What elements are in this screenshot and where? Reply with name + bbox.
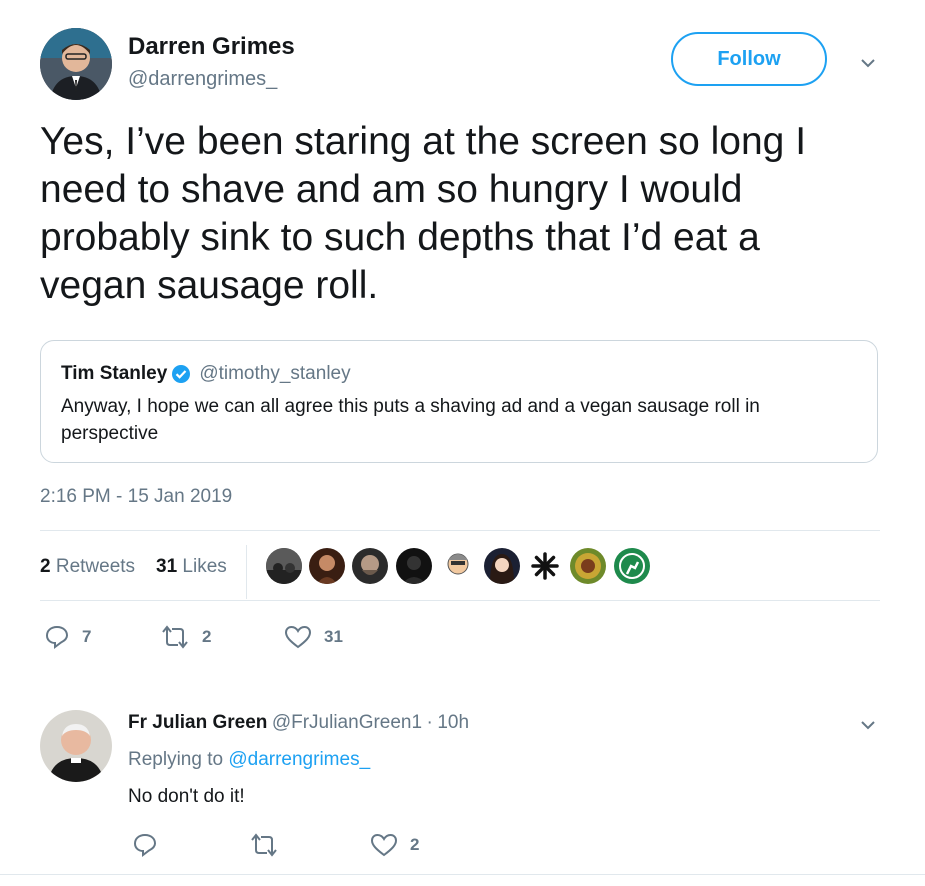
chevron-down-icon[interactable] [861, 56, 875, 70]
like-count: 31 [324, 627, 343, 646]
liker-avatar[interactable] [352, 548, 388, 584]
author-avatar-image [40, 28, 112, 100]
liker-avatar[interactable] [614, 548, 650, 584]
reply-separator: · [426, 712, 433, 733]
heart-icon [284, 625, 312, 649]
liker-avatar[interactable] [266, 548, 302, 584]
retweets-stat[interactable]: 2 Retweets [40, 556, 135, 578]
quoted-author-name: Tim Stanley [61, 363, 168, 384]
reply-like-button[interactable]: 2 [370, 832, 419, 858]
author-name[interactable]: Darren Grimes [128, 33, 295, 61]
stats-vertical-divider [246, 545, 247, 599]
reply-icon [133, 833, 157, 857]
liker-avatar[interactable] [570, 548, 606, 584]
reply-text: No don't do it! [128, 786, 245, 807]
reply-author-handle[interactable]: @FrJulianGreen1 [272, 712, 422, 733]
reply-icon [45, 625, 69, 649]
likes-count: 31 [156, 556, 178, 577]
quoted-text: Anyway, I hope we can all agree this put… [61, 396, 760, 444]
divider-top [40, 530, 880, 531]
reply-button[interactable]: 7 [44, 624, 91, 650]
liker-avatar[interactable] [440, 548, 476, 584]
replying-to-link[interactable]: @darrengrimes_ [228, 749, 370, 770]
liker-avatar[interactable] [396, 548, 432, 584]
divider-bottom [40, 600, 880, 601]
liker-avatar[interactable] [484, 548, 520, 584]
tweet-text: Yes, I’ve been staring at the screen so … [40, 120, 807, 307]
retweet-icon [162, 625, 188, 649]
likes-stat[interactable]: 31 Likes [156, 556, 227, 578]
retweets-count: 2 [40, 556, 51, 577]
quoted-author-handle: @timothy_stanley [199, 363, 351, 384]
author-avatar[interactable] [40, 28, 112, 100]
retweets-label: Retweets [55, 556, 136, 577]
reply-count: 7 [82, 627, 92, 646]
verified-badge-icon [172, 365, 191, 383]
liker-avatar[interactable] [527, 548, 563, 584]
reply-retweet-button[interactable] [249, 832, 279, 858]
follow-button[interactable]: Follow [671, 32, 827, 86]
tweet-timestamp[interactable]: 2:16 PM - 15 Jan 2019 [40, 486, 232, 508]
reply-reply-button[interactable] [132, 832, 158, 858]
chevron-down-icon[interactable] [861, 718, 875, 732]
reply-like-count: 2 [410, 835, 420, 854]
like-button[interactable]: 31 [284, 624, 343, 650]
retweet-icon [251, 833, 277, 857]
heart-icon [370, 833, 398, 857]
replying-to-line: Replying to @darrengrimes_ [128, 749, 370, 771]
quoted-tweet[interactable]: Tim Stanley @timothy_stanley Anyway, I h… [40, 340, 878, 463]
reply-author-name[interactable]: Fr Julian Green [128, 712, 267, 733]
reply-author-avatar-image [40, 710, 112, 782]
divider-footer [0, 874, 925, 875]
likes-label: Likes [182, 556, 227, 577]
replying-to-prefix: Replying to [128, 749, 224, 770]
reply-author-avatar[interactable] [40, 710, 112, 782]
retweet-button[interactable]: 2 [160, 624, 211, 650]
author-handle[interactable]: @darrengrimes_ [128, 68, 277, 91]
retweet-count: 2 [202, 627, 212, 646]
reply-time[interactable]: 10h [437, 712, 469, 733]
liker-avatar[interactable] [309, 548, 345, 584]
